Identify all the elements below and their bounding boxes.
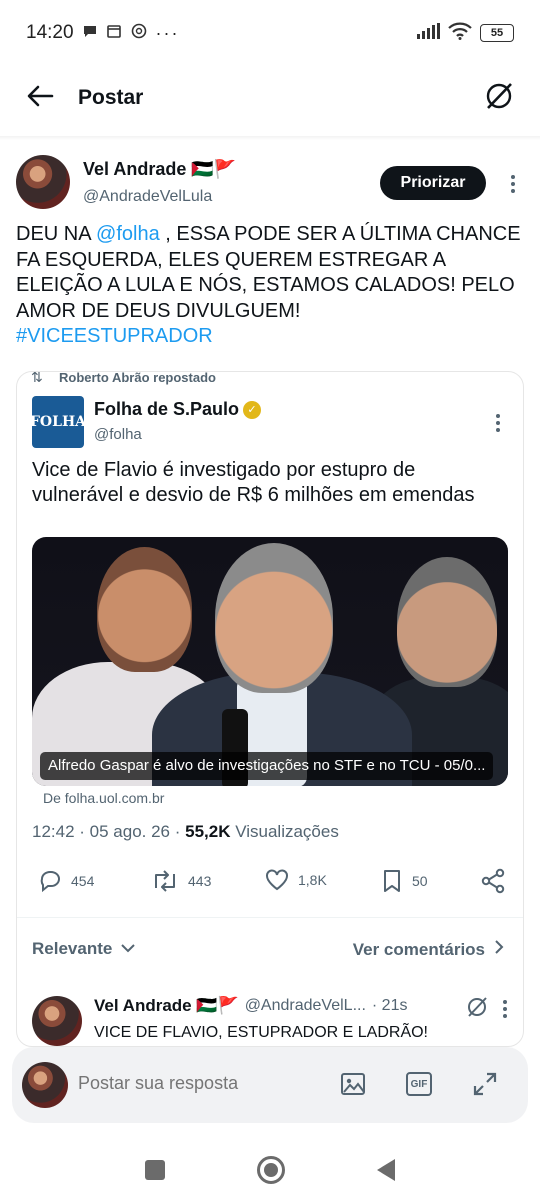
like-count: 1,8K — [298, 872, 327, 888]
views-label: Visualizações — [230, 822, 339, 841]
bookmark-count: 50 — [412, 873, 428, 889]
verified-badge-icon: ✓ — [243, 400, 262, 419]
views-count: 55,2K — [185, 822, 231, 841]
back-arrow-icon[interactable] — [26, 84, 54, 113]
more-notifications-icon: ··· — [155, 22, 180, 43]
reply-button[interactable]: 454 — [37, 868, 94, 894]
photo-person-right-head — [397, 557, 497, 687]
reply-header: Vel Andrade 🇵🇸🚩 @AndradeVelL... · 21s — [94, 996, 407, 1016]
author-name[interactable]: Vel Andrade 🇵🇸🚩 — [83, 159, 236, 180]
bookmark-icon — [380, 868, 404, 894]
chat-bubble-icon — [82, 23, 98, 44]
back-button[interactable] — [377, 1159, 395, 1181]
gif-icon[interactable]: GIF — [406, 1072, 432, 1096]
status-time: 14:20 — [26, 22, 74, 43]
quote-author-name[interactable]: Folha de S.Paulo ✓ — [94, 399, 262, 420]
reply-avatar[interactable] — [32, 996, 82, 1046]
share-button[interactable] — [480, 868, 506, 894]
photo-person-left-head — [97, 547, 192, 672]
author-avatar[interactable] — [16, 155, 70, 209]
repost-count: 443 — [188, 873, 212, 889]
quote-author-name-text: Folha de S.Paulo — [94, 399, 240, 419]
recents-button[interactable] — [145, 1160, 165, 1180]
signal-icon — [416, 22, 440, 44]
author-handle[interactable]: @AndradeVelLula — [83, 188, 212, 206]
quote-author-handle[interactable]: @folha — [94, 426, 142, 443]
notification-icons: ··· — [82, 22, 180, 45]
bookmark-button[interactable]: 50 — [380, 868, 428, 894]
reply-icon — [37, 868, 63, 894]
link-source[interactable]: De folha.uol.com.br — [43, 790, 164, 806]
top-bar: Postar — [0, 66, 540, 130]
divider — [17, 917, 523, 918]
tweet-timestamp: 12:42 · 05 ago. 26 · — [32, 822, 186, 841]
home-button[interactable] — [257, 1156, 285, 1184]
wifi-icon — [448, 22, 472, 45]
folha-avatar[interactable]: FOLHA — [30, 396, 86, 448]
reply-author-name[interactable]: Vel Andrade 🇵🇸🚩 — [94, 996, 239, 1016]
sort-label: Relevante — [32, 939, 113, 958]
quoted-tweet-card[interactable]: ⇅ Roberto Abrão repostado FOLHA Folha de… — [16, 371, 524, 1047]
quote-more-options-icon[interactable] — [495, 414, 501, 432]
openai-icon — [130, 22, 148, 45]
composer-avatar — [22, 1062, 68, 1108]
reply-text: VICE DE FLAVIO, ESTUPRADOR E LADRÃO! — [94, 1024, 428, 1041]
hashtag-link[interactable]: #VICEESTUPRADOR — [16, 325, 213, 347]
reply-composer: GIF — [12, 1047, 528, 1123]
share-icon — [480, 868, 506, 894]
gif-label: GIF — [406, 1072, 432, 1096]
status-bar: 14:20 ··· 55 — [0, 0, 540, 66]
quote-text: Vice de Flavio é investigado por estupro… — [32, 459, 475, 506]
heart-icon — [264, 868, 290, 892]
reply-author-handle[interactable]: @AndradeVelL... — [245, 997, 366, 1015]
repost-indicator-icon: ⇅ — [31, 371, 43, 385]
tweet-text: DEU NA @folha , ESSA PODE SER A ÚLTIMA C… — [16, 222, 526, 350]
reply-more-options-icon[interactable] — [502, 1000, 508, 1018]
reply-count: 454 — [71, 873, 95, 889]
chevron-down-icon — [120, 939, 136, 959]
mention-link[interactable]: @folha — [96, 223, 160, 245]
grok-icon[interactable] — [484, 81, 514, 116]
more-options-icon[interactable] — [510, 175, 516, 193]
action-bar: 454 443 1,8K 50 — [32, 868, 512, 900]
image-icon[interactable] — [340, 1071, 366, 1102]
photo-person-center-head — [215, 543, 333, 693]
tweet-author: Vel Andrade 🇵🇸🚩 @AndradeVelLula Prioriza… — [16, 155, 526, 215]
view-comments-label: Ver comentários — [352, 939, 485, 959]
repost-button[interactable]: 443 — [150, 868, 211, 894]
header-shadow — [0, 136, 540, 140]
sort-dropdown[interactable]: Relevante — [32, 939, 136, 959]
reply-item[interactable]: Vel Andrade 🇵🇸🚩 @AndradeVelL... · 21s VI… — [32, 994, 512, 1046]
image-caption: Alfredo Gaspar é alvo de investigações n… — [40, 752, 494, 780]
repost-icon — [150, 868, 180, 894]
tweet-meta: 12:42 · 05 ago. 26 · 55,2K Visualizações — [32, 822, 339, 842]
chevron-right-icon — [493, 939, 505, 960]
priorizar-button[interactable]: Priorizar — [380, 166, 486, 200]
view-comments-link[interactable]: Ver comentários — [353, 939, 505, 960]
news-photo[interactable]: Alfredo Gaspar é alvo de investigações n… — [32, 537, 508, 786]
system-nav-bar — [0, 1140, 540, 1200]
battery-icon: 55 — [480, 24, 514, 42]
tweet-text-part1: DEU NA — [16, 223, 97, 245]
repost-label: Roberto Abrão repostado — [59, 371, 216, 385]
expand-icon[interactable] — [472, 1071, 498, 1102]
page-title: Postar — [78, 86, 144, 109]
reply-input[interactable] — [78, 1073, 308, 1094]
calendar-icon — [106, 23, 122, 44]
reply-grok-icon[interactable] — [466, 996, 488, 1023]
reply-time: · 21s — [371, 997, 408, 1014]
like-button[interactable]: 1,8K — [264, 868, 327, 892]
